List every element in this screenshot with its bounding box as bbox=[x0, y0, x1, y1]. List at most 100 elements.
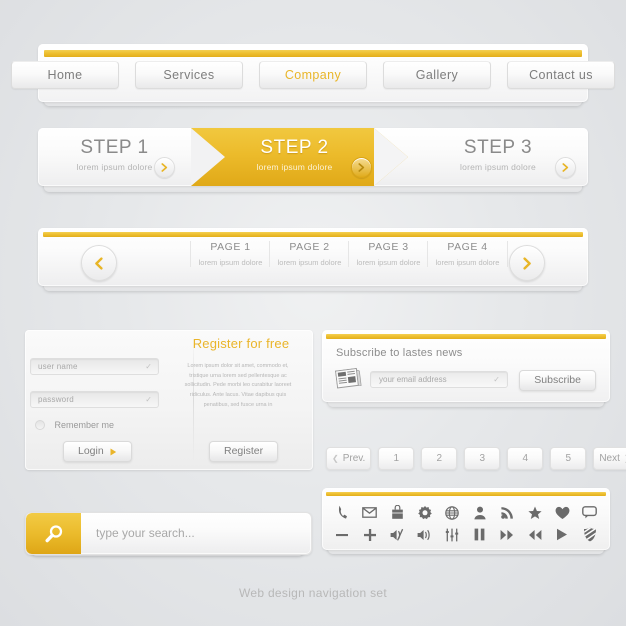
step-3-chevron-icon[interactable] bbox=[555, 157, 576, 178]
subscribe-title: Subscribe to lastes news bbox=[336, 347, 463, 359]
search-button[interactable] bbox=[26, 513, 81, 554]
rewind-icon[interactable] bbox=[524, 526, 546, 543]
password-placeholder: password bbox=[38, 395, 74, 404]
chevron-left-icon: ❮ bbox=[332, 454, 339, 463]
subscribe-button-label: Subscribe bbox=[534, 374, 581, 386]
pager-page-4-subtitle: lorem ipsum dolore bbox=[435, 258, 500, 267]
top-menu-items: Home Services Company Gallery Contact us bbox=[11, 61, 615, 89]
accent-stripe bbox=[44, 50, 582, 57]
subscribe-panel: Subscribe to lastes news your email addr… bbox=[322, 330, 610, 402]
newspaper-icon bbox=[334, 367, 362, 390]
pagination-page-2[interactable]: 2 bbox=[421, 447, 458, 470]
speech-bubble-icon[interactable] bbox=[579, 504, 601, 521]
equalizer-icon[interactable] bbox=[441, 526, 463, 543]
accent-stripe bbox=[43, 232, 583, 237]
step-progress-bar: STEP 1 lorem ipsum dolore STEP 2 lorem i… bbox=[38, 128, 588, 186]
step2-notch bbox=[374, 128, 408, 186]
pager-page-3-subtitle: lorem ipsum dolore bbox=[356, 258, 421, 267]
nav-item-gallery[interactable]: Gallery bbox=[383, 61, 491, 89]
heart-icon[interactable] bbox=[551, 504, 573, 521]
login-button-label: Login bbox=[78, 445, 104, 457]
page-caption: Web design navigation set bbox=[238, 586, 388, 600]
pagination-page-5[interactable]: 5 bbox=[550, 447, 587, 470]
user-icon[interactable] bbox=[469, 504, 491, 521]
subscribe-button[interactable]: Subscribe bbox=[519, 370, 596, 391]
icon-toolbar-row-1 bbox=[331, 504, 601, 521]
gear-icon[interactable] bbox=[414, 504, 436, 521]
pager-cell-page-2[interactable]: PAGE 2 lorem ipsum dolore bbox=[269, 241, 349, 267]
email-check-icon: ✓ bbox=[493, 375, 500, 384]
nav-item-services[interactable]: Services bbox=[135, 61, 243, 89]
play-icon[interactable] bbox=[551, 526, 573, 543]
pagination-next-button[interactable]: Next ❯ bbox=[593, 447, 626, 470]
remember-me-label: Remember me bbox=[54, 419, 114, 430]
step-3[interactable]: STEP 3 lorem ipsum dolore bbox=[408, 128, 588, 186]
pause-icon[interactable] bbox=[469, 526, 491, 543]
volume-icon[interactable] bbox=[414, 526, 436, 543]
step-1[interactable]: STEP 1 lorem ipsum dolore bbox=[38, 128, 191, 186]
striped-shield-icon[interactable] bbox=[579, 526, 601, 543]
register-title: Register for free bbox=[192, 336, 290, 351]
page-root: Home Services Company Gallery Contact us… bbox=[0, 0, 626, 626]
pager-page-2-title: PAGE 2 bbox=[289, 241, 330, 253]
register-button[interactable]: Register bbox=[209, 441, 279, 462]
pagination-prev-button[interactable]: ❮ Prev. bbox=[326, 447, 372, 470]
pagination-page-4[interactable]: 4 bbox=[507, 447, 544, 470]
password-check-icon: ✓ bbox=[145, 395, 152, 404]
minus-icon[interactable] bbox=[331, 526, 353, 543]
plus-icon[interactable] bbox=[359, 526, 381, 543]
phone-icon[interactable] bbox=[331, 504, 353, 521]
nav-item-home[interactable]: Home bbox=[11, 61, 119, 89]
password-input[interactable]: password ✓ bbox=[30, 391, 159, 408]
pagination-page-1[interactable]: 1 bbox=[378, 447, 415, 470]
pager-next-button[interactable] bbox=[509, 245, 545, 281]
pagination-page-3[interactable]: 3 bbox=[464, 447, 501, 470]
pagination-next-label: Next bbox=[599, 453, 620, 464]
pager-page-1-title: PAGE 1 bbox=[210, 241, 251, 253]
register-body-text: Lorem ipsum dolor sit amet, commodo et, … bbox=[184, 363, 292, 408]
globe-icon[interactable] bbox=[441, 504, 463, 521]
remember-me-checkbox[interactable] bbox=[35, 419, 45, 430]
login-button[interactable]: Login bbox=[63, 441, 132, 462]
accent-stripe bbox=[326, 334, 606, 339]
username-input[interactable]: user name ✓ bbox=[30, 358, 159, 375]
pager-cell-page-1[interactable]: PAGE 1 lorem ipsum dolore bbox=[190, 241, 270, 267]
username-placeholder: user name bbox=[38, 362, 78, 371]
envelope-icon[interactable] bbox=[359, 504, 381, 521]
star-icon[interactable] bbox=[524, 504, 546, 521]
step-2[interactable]: STEP 2 lorem ipsum dolore bbox=[203, 128, 386, 186]
top-navigation-bar: Home Services Company Gallery Contact us bbox=[11, 44, 615, 102]
pager-cell-page-4[interactable]: PAGE 4 lorem ipsum dolore bbox=[427, 241, 508, 267]
nav-item-contact-us[interactable]: Contact us bbox=[507, 61, 615, 89]
mute-icon[interactable] bbox=[386, 526, 408, 543]
step-1-title: STEP 1 bbox=[80, 137, 149, 158]
step-2-chevron-icon[interactable] bbox=[351, 157, 372, 178]
pager-page-3-title: PAGE 3 bbox=[368, 241, 409, 253]
step-1-chevron-icon[interactable] bbox=[154, 157, 175, 178]
username-check-icon: ✓ bbox=[145, 362, 152, 371]
icon-toolbar-row-2 bbox=[331, 526, 601, 543]
play-triangle-icon bbox=[110, 448, 116, 455]
magnifier-icon bbox=[45, 524, 62, 542]
search-input[interactable]: type your search... bbox=[96, 526, 195, 540]
number-pagination: ❮ Prev. 1 2 3 4 5 Next ❯ bbox=[326, 447, 626, 470]
icon-toolbar bbox=[322, 488, 610, 550]
rss-icon[interactable] bbox=[496, 504, 518, 521]
fast-forward-icon[interactable] bbox=[496, 526, 518, 543]
search-bar: type your search... bbox=[25, 512, 312, 555]
pager-cell-page-3[interactable]: PAGE 3 lorem ipsum dolore bbox=[348, 241, 428, 267]
step-2-title: STEP 2 bbox=[260, 137, 329, 158]
email-placeholder: your email address bbox=[379, 375, 447, 384]
briefcase-icon[interactable] bbox=[386, 504, 408, 521]
pager-prev-button[interactable] bbox=[81, 245, 117, 281]
pagination-prev-label: Prev. bbox=[342, 453, 366, 464]
nav-item-company[interactable]: Company bbox=[259, 61, 367, 89]
step-3-title: STEP 3 bbox=[463, 137, 533, 158]
register-button-label: Register bbox=[224, 445, 264, 457]
pager-page-4-title: PAGE 4 bbox=[447, 241, 488, 253]
remember-me-row[interactable]: Remember me bbox=[35, 416, 114, 434]
email-input[interactable]: your email address ✓ bbox=[370, 371, 508, 388]
page-navigation-bar: PAGE 1 lorem ipsum dolore PAGE 2 lorem i… bbox=[38, 228, 588, 286]
accent-stripe bbox=[326, 492, 606, 496]
pager-page-1-subtitle: lorem ipsum dolore bbox=[198, 258, 263, 267]
